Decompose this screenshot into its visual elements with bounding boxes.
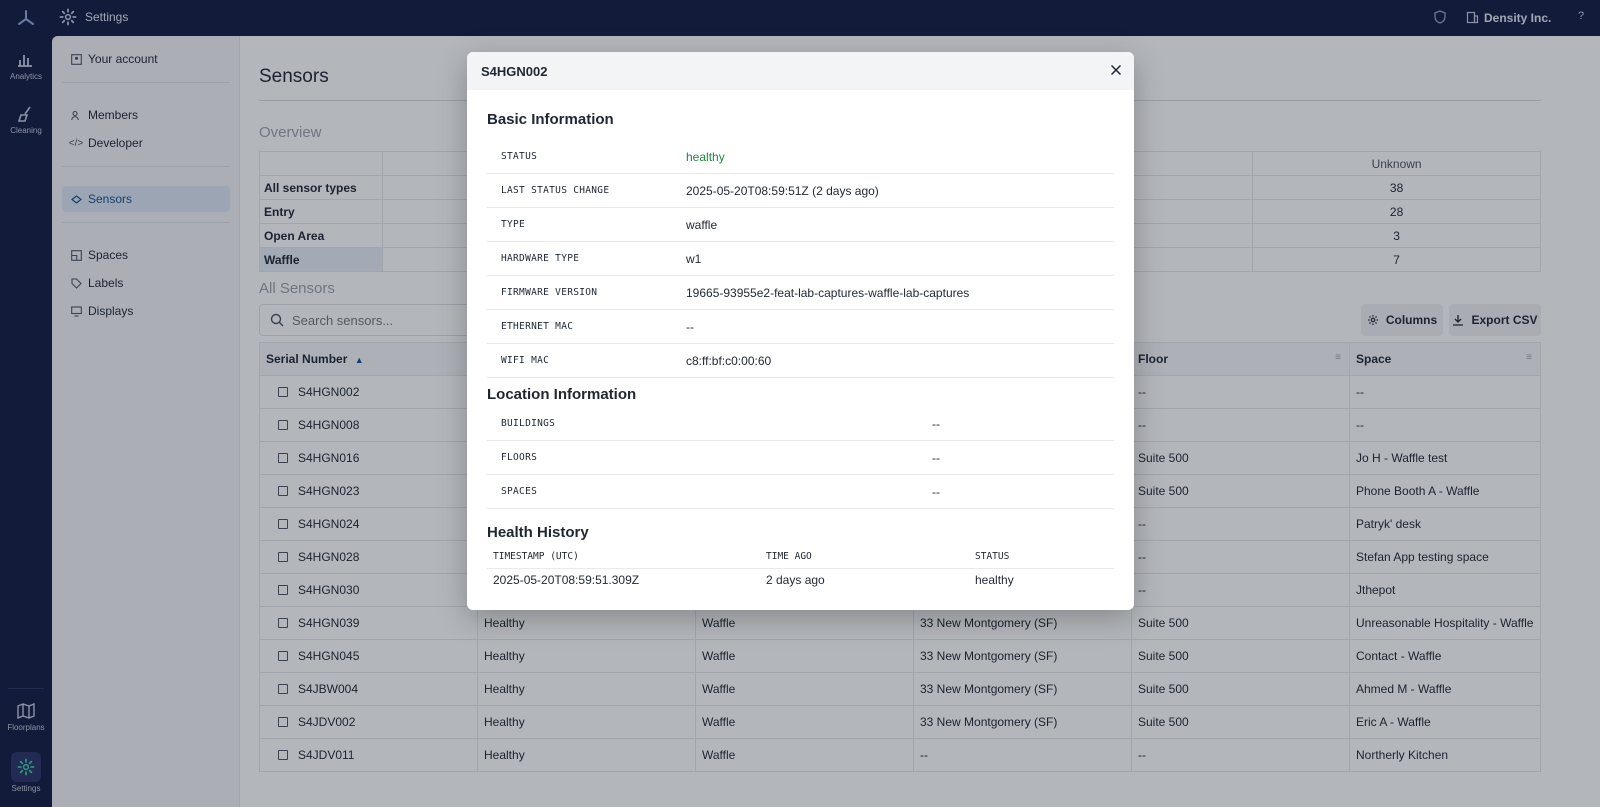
health-timestamp: 2025-05-20T08:59:51.309Z bbox=[493, 573, 640, 588]
basic-information-heading: Basic Information bbox=[487, 111, 614, 128]
basic-info-value: 2025-05-20T08:59:51Z (2 days ago) bbox=[686, 183, 879, 198]
health-history-table: TIMESTAMP (UTC) TIME AGO STATUS 2025-05-… bbox=[487, 546, 1114, 592]
location-info-value: -- bbox=[932, 484, 940, 499]
basic-info-row: STATUS healthy bbox=[487, 140, 1114, 174]
basic-info-value: -- bbox=[686, 319, 694, 334]
basic-info-value: healthy bbox=[686, 149, 725, 164]
basic-info-value: c8:ff:bf:c0:00:60 bbox=[686, 353, 772, 368]
location-info-value: -- bbox=[932, 416, 940, 431]
health-time-ago: 2 days ago bbox=[766, 573, 825, 588]
health-status: healthy bbox=[975, 573, 1014, 588]
basic-info-key: WIFI MAC bbox=[501, 355, 550, 366]
location-info-key: FLOORS bbox=[501, 452, 538, 463]
location-info-key: BUILDINGS bbox=[501, 418, 556, 429]
modal-header: S4HGN002 bbox=[467, 52, 1134, 90]
health-header-status: STATUS bbox=[975, 546, 1114, 569]
sensor-detail-modal: S4HGN002 Basic Information STATUS healthy… bbox=[467, 52, 1134, 610]
basic-info-row: HARDWARE TYPE w1 bbox=[487, 242, 1114, 276]
basic-info-key: ETHERNET MAC bbox=[501, 321, 574, 332]
location-info-value: -- bbox=[932, 450, 940, 465]
basic-info-key: HARDWARE TYPE bbox=[501, 253, 580, 264]
health-header-timestamp: TIMESTAMP (UTC) bbox=[487, 546, 766, 569]
basic-info-row: TYPE waffle bbox=[487, 208, 1114, 242]
location-info-row: SPACES -- bbox=[487, 475, 1114, 509]
location-info-row: FLOORS -- bbox=[487, 441, 1114, 475]
basic-info-row: ETHERNET MAC -- bbox=[487, 310, 1114, 344]
basic-info-value: 19665-93955e2-feat-lab-captures-waffle-l… bbox=[686, 285, 970, 300]
basic-info-row: FIRMWARE VERSION 19665-93955e2-feat-lab-c… bbox=[487, 276, 1114, 310]
health-history-header: TIMESTAMP (UTC) TIME AGO STATUS bbox=[487, 546, 1114, 569]
health-history-heading: Health History bbox=[487, 524, 589, 541]
basic-info-row: LAST STATUS CHANGE 2025-05-20T08:59:51Z (… bbox=[487, 174, 1114, 208]
close-icon[interactable] bbox=[1106, 60, 1126, 80]
basic-info-key: TYPE bbox=[501, 219, 526, 230]
health-header-time-ago: TIME AGO bbox=[766, 546, 975, 569]
location-information-heading: Location Information bbox=[487, 386, 637, 403]
health-history-row: 2025-05-20T08:59:51.309Z 2 days ago heal… bbox=[487, 568, 1114, 592]
location-info-row: BUILDINGS -- bbox=[487, 407, 1114, 441]
basic-info-value: w1 bbox=[686, 251, 702, 266]
basic-info-row: WIFI MAC c8:ff:bf:c0:00:60 bbox=[487, 344, 1114, 378]
basic-info-key: LAST STATUS CHANGE bbox=[501, 185, 610, 196]
location-info-key: SPACES bbox=[501, 486, 538, 497]
basic-info-key: STATUS bbox=[501, 151, 538, 162]
basic-info-key: FIRMWARE VERSION bbox=[501, 287, 598, 298]
modal-title: S4HGN002 bbox=[481, 63, 548, 79]
basic-info-value: waffle bbox=[686, 217, 718, 232]
